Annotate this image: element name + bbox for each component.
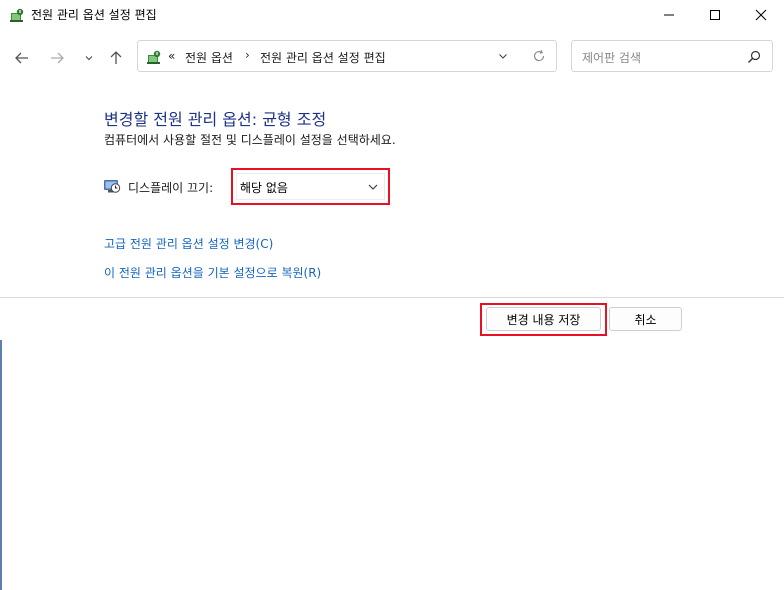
divider bbox=[0, 297, 784, 298]
back-arrow-icon bbox=[15, 52, 28, 64]
title-bar: 전원 관리 옵션 설정 편집 bbox=[0, 0, 784, 30]
display-off-label: 디스플레이 끄기: bbox=[128, 181, 214, 195]
close-button[interactable] bbox=[738, 0, 784, 30]
address-dropdown-button[interactable] bbox=[494, 47, 512, 65]
close-icon bbox=[755, 9, 767, 21]
page-description: 컴퓨터에서 사용할 절전 및 디스플레이 설정을 선택하세요. bbox=[104, 133, 396, 147]
recent-locations-button[interactable] bbox=[77, 46, 101, 70]
breadcrumb-power-options[interactable]: 전원 옵션 bbox=[185, 49, 233, 66]
display-off-value: 해당 없음 bbox=[240, 181, 288, 195]
minimize-button[interactable] bbox=[646, 0, 692, 30]
window-edge bbox=[0, 340, 2, 590]
power-options-icon bbox=[10, 8, 24, 22]
address-bar[interactable]: « 전원 옵션 › 전원 관리 옵션 설정 편집 bbox=[137, 40, 557, 72]
search-icon[interactable] bbox=[746, 49, 762, 65]
up-arrow-icon bbox=[110, 51, 122, 64]
breadcrumb-separator[interactable]: › bbox=[245, 48, 250, 62]
display-clock-icon bbox=[104, 180, 121, 193]
chevron-down-icon bbox=[499, 54, 507, 59]
maximize-icon bbox=[710, 10, 720, 20]
chevron-down-icon bbox=[368, 184, 378, 190]
refresh-icon bbox=[533, 49, 545, 62]
cancel-button[interactable]: 취소 bbox=[609, 307, 682, 331]
maximize-button[interactable] bbox=[692, 0, 738, 30]
page-title: 변경할 전원 관리 옵션: 균형 조정 bbox=[104, 110, 327, 129]
power-options-icon bbox=[147, 50, 161, 64]
display-off-select[interactable]: 해당 없음 bbox=[236, 173, 385, 200]
forward-button[interactable] bbox=[45, 46, 69, 70]
search-box[interactable]: 제어판 검색 bbox=[571, 40, 773, 72]
forward-arrow-icon bbox=[51, 52, 64, 64]
search-input[interactable]: 제어판 검색 bbox=[582, 49, 641, 66]
chevron-down-icon bbox=[85, 56, 93, 61]
breadcrumb-edit-plan[interactable]: 전원 관리 옵션 설정 편집 bbox=[260, 49, 386, 66]
save-changes-button[interactable]: 변경 내용 저장 bbox=[486, 307, 601, 331]
advanced-settings-link[interactable]: 고급 전원 관리 옵션 설정 변경(C) bbox=[104, 235, 273, 252]
window-title: 전원 관리 옵션 설정 편집 bbox=[31, 8, 157, 22]
up-button[interactable] bbox=[104, 46, 128, 70]
minimize-icon bbox=[664, 14, 674, 16]
restore-defaults-link[interactable]: 이 전원 관리 옵션을 기본 설정으로 복원(R) bbox=[104, 264, 321, 281]
back-button[interactable] bbox=[10, 46, 34, 70]
address-overflow[interactable]: « bbox=[168, 49, 175, 63]
refresh-button[interactable] bbox=[530, 47, 548, 65]
